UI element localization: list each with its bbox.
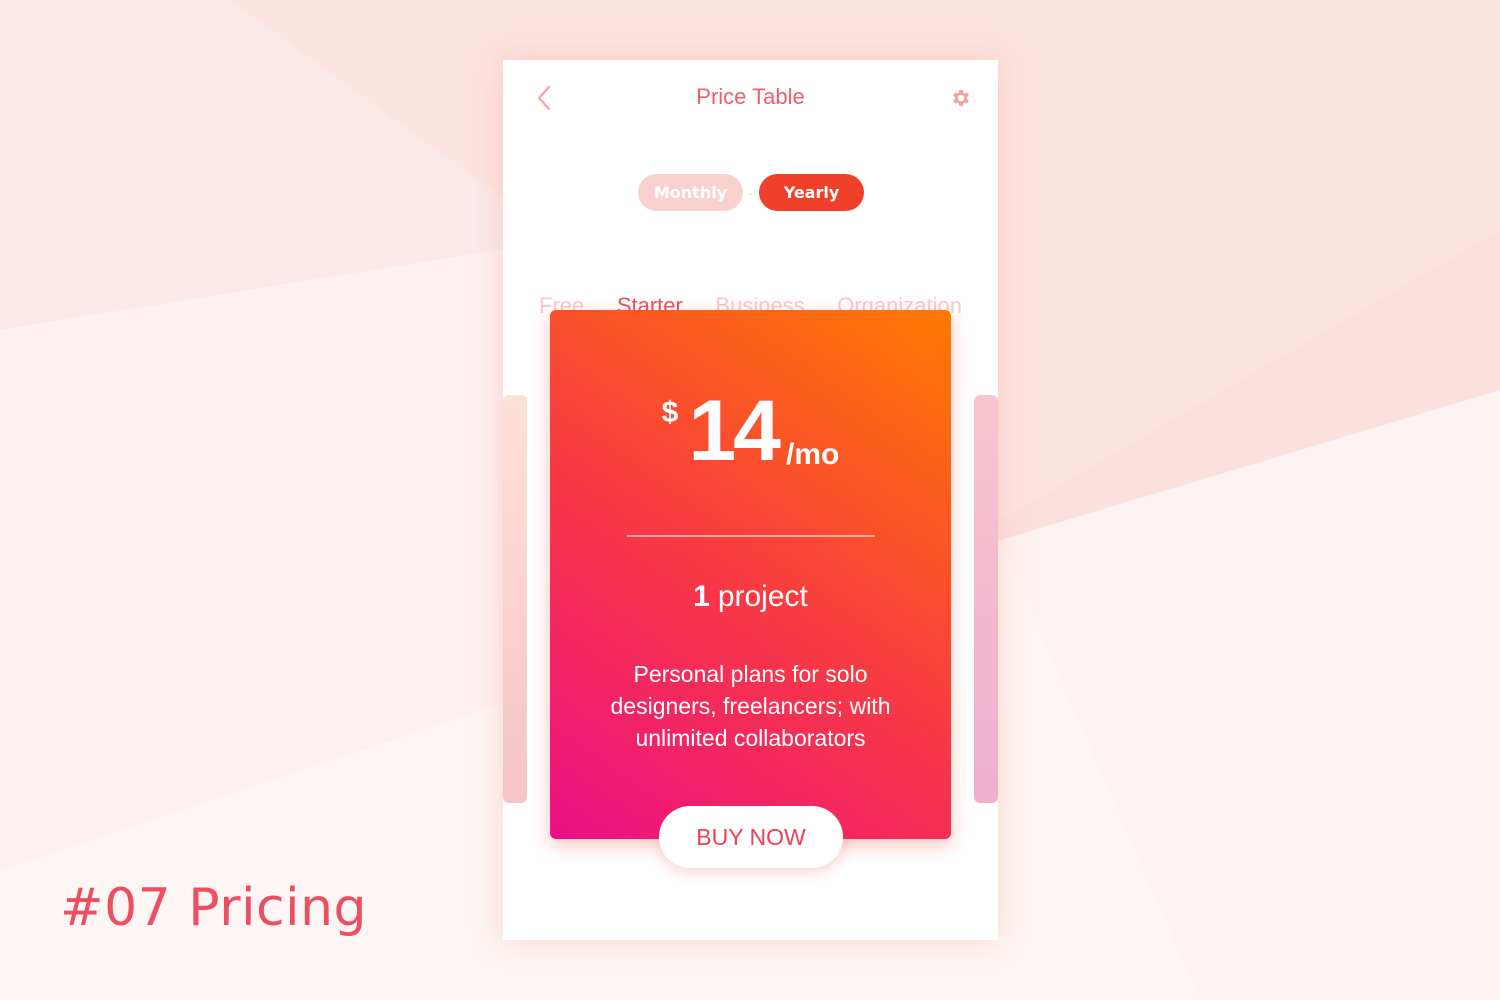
next-plan-card[interactable] [974, 395, 998, 803]
monthly-toggle[interactable]: Monthly [638, 174, 743, 211]
projects-label: project [717, 580, 808, 613]
description-line: Personal plans for solo [633, 661, 868, 687]
projects-count: 1 [693, 580, 710, 613]
shot-label: #07 Pricing [60, 878, 368, 938]
description-line: designers, freelancers; with [610, 693, 891, 719]
plan-projects: 1 project [550, 580, 951, 614]
plan-price: $ 14 /mo [550, 388, 951, 474]
description-line: unlimited collaborators [635, 725, 866, 751]
toggle-separator: · [749, 185, 753, 200]
price-period: /mo [786, 438, 840, 471]
page-title: Price Table [696, 84, 805, 109]
previous-plan-card[interactable] [503, 395, 527, 803]
price-currency: $ [661, 396, 679, 429]
buy-now-button[interactable]: BUY NOW [659, 806, 843, 868]
plan-description: Personal plans for solo designers, freel… [590, 658, 911, 754]
card-divider [627, 535, 875, 537]
yearly-toggle[interactable]: Yearly [759, 174, 864, 211]
plan-card: $ 14 /mo 1 project Personal plans for sol… [550, 310, 951, 839]
phone-screen: Price Table Monthly · Yearly Free Starte… [503, 60, 998, 940]
settings-button[interactable] [950, 87, 972, 109]
price-amount: 14 [688, 383, 781, 479]
gear-icon [953, 90, 969, 106]
billing-toggle: Monthly · Yearly [638, 174, 864, 211]
